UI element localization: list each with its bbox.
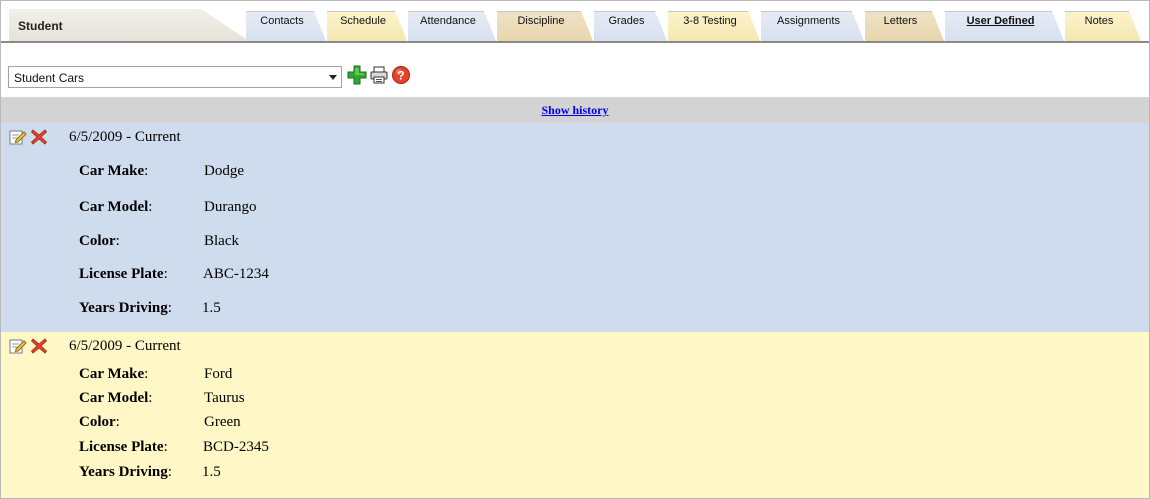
tab-schedule[interactable]: Schedule [327,11,407,41]
app-frame: Student Contacts Schedule Attendance Dis… [0,0,1150,499]
tab-3-8-testing[interactable]: 3-8 Testing [668,11,760,41]
field-value: Green [204,414,241,430]
field-car-make: Car Make: Ford [79,366,233,382]
tab-label: 3-8 Testing [683,15,737,27]
field-label: Years Driving [79,464,168,480]
tab-label: Grades [608,15,645,27]
tab-label: Discipline [517,15,565,27]
tab-user-defined[interactable]: User Defined [945,11,1064,41]
field-label: License Plate [79,439,164,455]
field-label: Car Model [79,390,149,406]
tab-bar: Student Contacts Schedule Attendance Dis… [1,1,1149,43]
delete-icon[interactable] [30,128,48,146]
field-value: Taurus [204,390,245,406]
history-bar: Show history [1,97,1149,123]
tab-label: Notes [1084,15,1114,27]
record-entry: 6/5/2009 - Current Car Make: Dodge Car M… [1,123,1149,332]
field-label: Car Make [79,366,145,382]
field-value: BCD-2345 [203,439,269,455]
tab-label: Attendance [420,15,476,27]
tab-assignments[interactable]: Assignments [761,11,864,41]
field-label: Car Make [79,163,145,179]
field-label: License Plate [79,266,164,282]
tab-notes[interactable]: Notes [1065,11,1141,41]
record-date: 6/5/2009 - Current [69,129,181,145]
delete-icon[interactable] [30,337,48,355]
field-label: Color [79,233,116,249]
help-icon[interactable]: ? [391,65,411,85]
tab-contacts[interactable]: Contacts [246,11,326,41]
field-value: ABC-1234 [203,266,269,282]
field-label: Color [79,414,116,430]
form-select[interactable]: Student Cars [8,66,342,88]
tab-letters[interactable]: Letters [865,11,944,41]
tab-label: Contacts [260,15,304,27]
field-value: Durango [204,199,257,215]
record-entry: 6/5/2009 - Current Car Make: Ford Car Mo… [1,332,1149,498]
field-car-model: Car Model: Durango [79,199,257,215]
field-value: Dodge [204,163,244,179]
field-value: Black [204,233,239,249]
record-date: 6/5/2009 - Current [69,338,181,354]
print-icon[interactable] [369,65,389,85]
field-label: Years Driving [79,300,168,316]
field-value: Ford [204,366,233,382]
tab-bar-divider [1,41,1149,43]
tab-label: Schedule [340,15,386,27]
field-license-plate: License Plate: ABC-1234 [79,266,269,282]
tab-label: User Defined [966,15,1035,27]
edit-icon[interactable] [9,128,27,146]
add-icon[interactable] [347,65,367,85]
field-car-make: Car Make: Dodge [79,163,244,179]
tab-label: Letters [883,15,918,27]
form-select-value: Student Cars [14,71,85,85]
field-years-driving: Years Driving: 1.5 [79,300,221,316]
field-value: 1.5 [202,464,221,480]
field-color: Color: Black [79,233,239,249]
tab-grades[interactable]: Grades [594,11,667,41]
tab-attendance[interactable]: Attendance [408,11,496,41]
field-value: 1.5 [202,300,221,316]
field-color: Color: Green [79,414,241,430]
field-years-driving: Years Driving: 1.5 [79,464,221,480]
student-header-tab: Student [9,9,249,41]
edit-icon[interactable] [9,337,27,355]
svg-text:?: ? [397,69,404,83]
field-label: Car Model [79,199,149,215]
tab-label: Assignments [777,15,840,27]
dropdown-arrow-icon[interactable] [329,75,337,80]
show-history-link[interactable]: Show history [541,103,608,117]
student-label: Student [18,19,63,33]
toolbar: Student Cars ? [1,60,1149,96]
field-license-plate: License Plate: BCD-2345 [79,439,269,455]
tab-discipline[interactable]: Discipline [497,11,593,41]
field-car-model: Car Model: Taurus [79,390,245,406]
